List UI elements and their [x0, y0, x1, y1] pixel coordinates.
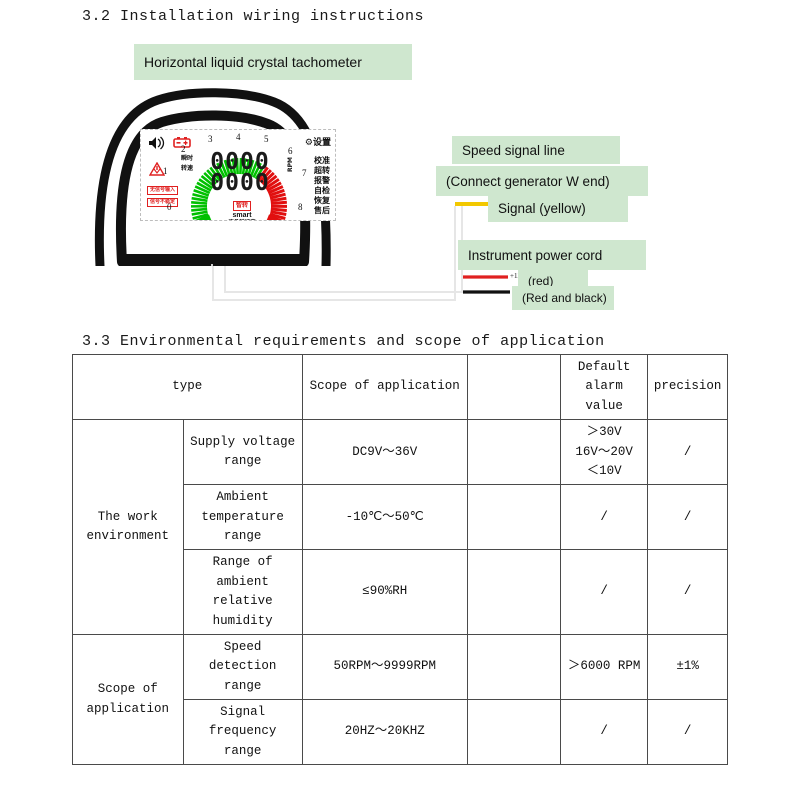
callout-red-black-note: (Red and black): [512, 286, 614, 310]
subtype-speed-detection: Speed detection range: [182, 633, 303, 701]
header-scope: Scope of application: [301, 353, 468, 421]
header-alarm-l1: Default: [577, 360, 631, 374]
subtype-l2: frequency: [208, 724, 277, 739]
scope-humidity: ≤90%RH: [301, 549, 468, 635]
alarm-speed-detection: ＞6000 RPM: [559, 633, 649, 701]
group-name-l1: Scope of: [97, 682, 158, 697]
precision-supply-voltage: /: [647, 419, 728, 486]
subtype-ambient-temperature: Ambient temperature range: [182, 484, 303, 551]
subtype-supply-voltage: Supply voltage range: [182, 419, 303, 486]
subtype-l3: range: [223, 529, 262, 543]
subtype-l1: Supply voltage: [190, 434, 296, 449]
blank-cell: [466, 484, 562, 551]
precision-signal-frequency: /: [647, 698, 728, 766]
scope-supply-voltage: DC9V～36V: [301, 419, 468, 486]
callout-speed-signal-line: Speed signal line: [452, 136, 620, 164]
subtype-l3: relative: [212, 594, 273, 609]
subtype-l3: range: [223, 678, 262, 693]
spec-table: type Scope of application Default alarm …: [72, 353, 728, 766]
precision-ambient-temperature: /: [647, 484, 728, 551]
scope-signal-frequency: 20HZ～20KHZ: [301, 698, 468, 766]
subtype-l1: Range of: [212, 555, 273, 570]
scope-speed-detection: 50RPM～9999RPM: [301, 633, 468, 701]
subtype-l2: temperature: [201, 509, 284, 524]
header-precision: precision: [647, 353, 728, 421]
callout-connect-generator: (Connect generator W end): [436, 166, 648, 196]
alarm-signal-frequency: /: [559, 698, 649, 766]
header-blank: [466, 353, 562, 421]
group-name-l2: application: [86, 701, 170, 716]
alarm-humidity: /: [559, 549, 649, 635]
callout-instrument-power-cord: Instrument power cord: [458, 240, 646, 270]
page-root: 3.2 Installation wiring instructions Hor…: [0, 0, 800, 800]
section-3-3-title: 3.3 Environmental requirements and scope…: [82, 333, 605, 350]
subtype-humidity: Range of ambient relative humidity: [182, 549, 303, 635]
alarm-supply-voltage: ＞30V 16V～20V ＜10V: [559, 419, 649, 486]
table-header-row: type Scope of application Default alarm …: [72, 353, 728, 421]
blank-cell: [466, 633, 562, 701]
header-alarm: Default alarm value: [559, 353, 649, 421]
subtype-signal-frequency: Signal frequency range: [182, 698, 303, 766]
header-type: type: [72, 353, 303, 421]
group-name-work-environment: The work environment: [72, 419, 184, 635]
scope-ambient-temperature: -10℃～50℃: [301, 484, 468, 551]
alarm-l3: ＜10V: [586, 463, 622, 478]
callout-signal-yellow: Signal (yellow): [488, 194, 628, 222]
alarm-ambient-temperature: /: [559, 484, 649, 551]
blank-cell: [466, 549, 562, 635]
header-alarm-l2: alarm value: [585, 379, 623, 413]
subtype-l2: range: [223, 454, 262, 469]
subtype-l1: Speed: [223, 639, 262, 654]
subtype-l2: detection: [208, 659, 277, 674]
group-name-scope-application: Scope of application: [72, 633, 184, 766]
precision-humidity: /: [647, 549, 728, 635]
blank-cell: [466, 419, 562, 486]
table-row: The work environment Supply voltage rang…: [72, 419, 728, 635]
group-name-l1: The work: [97, 509, 158, 524]
blank-cell: [466, 698, 562, 766]
subtype-l2: ambient: [216, 574, 269, 589]
alarm-l1: ＞30V: [586, 425, 622, 440]
table-row: Scope of application Speed detection ran…: [72, 633, 728, 766]
alarm-l2: 16V～20V: [575, 444, 633, 459]
group-name-l2: environment: [86, 529, 170, 543]
subtype-l3: range: [223, 743, 262, 758]
subtype-l1: Ambient: [216, 490, 269, 505]
subtype-l1: Signal: [220, 705, 266, 719]
precision-speed-detection: ±1%: [647, 633, 728, 701]
subtype-l4: humidity: [212, 613, 273, 628]
